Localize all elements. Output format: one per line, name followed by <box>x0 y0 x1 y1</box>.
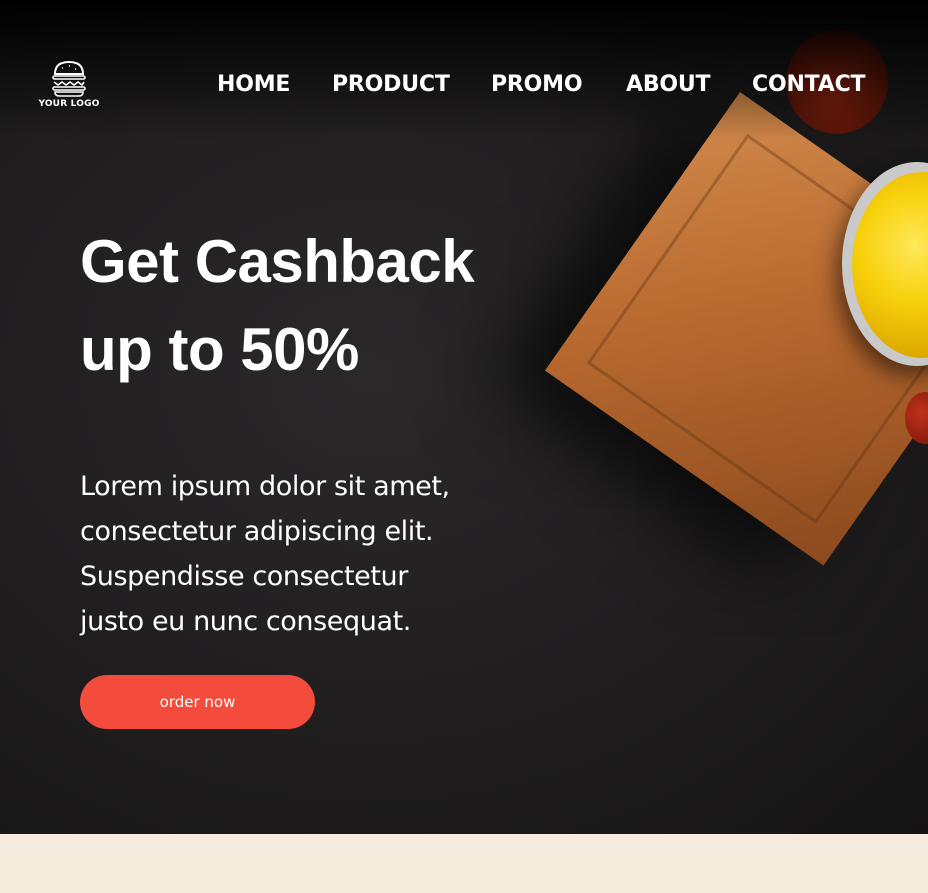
nav-promo[interactable]: PROMO <box>491 72 583 97</box>
hero-description: Lorem ipsum dolor sit amet, consectetur … <box>80 464 520 644</box>
description-line-3: Suspendisse consectetur <box>80 561 408 592</box>
description-line-1: Lorem ipsum dolor sit amet, <box>80 471 450 502</box>
hero-section: YOUR LOGO HOME PRODUCT PROMO ABOUT CONTA… <box>0 0 928 834</box>
nav-contact[interactable]: CONTACT <box>752 72 866 97</box>
main-nav: HOME PRODUCT PROMO ABOUT CONTACT <box>0 72 928 102</box>
nav-home[interactable]: HOME <box>217 72 290 97</box>
next-section <box>0 834 928 893</box>
headline-line-1: Get Cashback <box>80 228 475 295</box>
description-line-4: justo eu nunc consequat. <box>80 606 411 637</box>
order-now-button[interactable]: order now <box>80 675 315 729</box>
hero-headline: Get Cashback up to 50% <box>80 218 600 394</box>
headline-line-2: up to 50% <box>80 316 359 383</box>
nav-about[interactable]: ABOUT <box>626 72 711 97</box>
description-line-2: consectetur adipiscing elit. <box>80 516 434 547</box>
nav-product[interactable]: PRODUCT <box>332 72 450 97</box>
